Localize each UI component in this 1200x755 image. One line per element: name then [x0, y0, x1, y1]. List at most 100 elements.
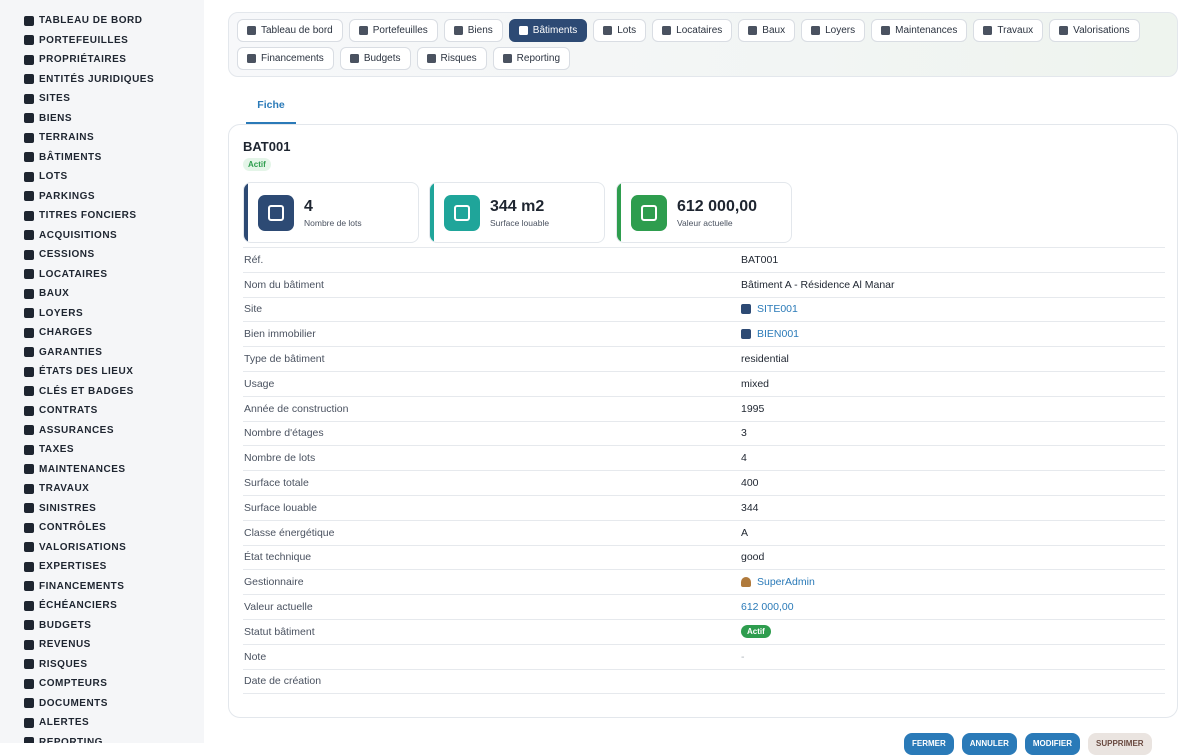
table-row: Date de création — [243, 670, 1165, 695]
sidebar-item[interactable]: LOYERS — [0, 304, 204, 324]
sidebar-item[interactable]: DOCUMENTS — [0, 694, 204, 714]
sidebar-item[interactable]: BÂTIMENTS — [0, 148, 204, 168]
field-label: Surface totale — [244, 477, 309, 490]
city-icon — [24, 93, 34, 104]
exit-icon — [24, 249, 34, 260]
sidebar-item-label: BAUX — [39, 288, 70, 300]
supprimer-button[interactable]: SUPPRIMER — [1088, 733, 1152, 755]
table-row: Nombre de lots 4 — [243, 446, 1165, 472]
tab-item[interactable]: Biens — [443, 19, 503, 42]
user-tie-icon — [24, 54, 34, 65]
tab-item[interactable]: Maintenances — [871, 19, 968, 42]
sidebar-item[interactable]: VALORISATIONS — [0, 538, 204, 558]
record-title: BAT001 — [243, 139, 291, 154]
tab-item[interactable]: Locataires — [652, 19, 733, 42]
sidebar-item[interactable]: BIENS — [0, 109, 204, 129]
sidebar-item[interactable]: TRAVAUX — [0, 479, 204, 499]
sidebar-item[interactable]: ÉTATS DES LIEUX — [0, 362, 204, 382]
sidebar-item[interactable]: CLÉS ET BADGES — [0, 382, 204, 402]
field-value: 3 — [741, 427, 747, 439]
field-value[interactable]: SITE001 — [741, 303, 798, 315]
handshake-icon — [24, 230, 34, 241]
sidebar-item[interactable]: TITRES FONCIERS — [0, 206, 204, 226]
sidebar-item-label: SITES — [39, 93, 71, 105]
sidebar-item[interactable]: COMPTEURS — [0, 674, 204, 694]
sidebar-item[interactable]: GARANTIES — [0, 343, 204, 363]
fermer-button[interactable]: FERMER — [904, 733, 954, 755]
sidebar-item[interactable]: PARKINGS — [0, 187, 204, 207]
sidebar-item[interactable]: TAXES — [0, 440, 204, 460]
sidebar-item[interactable]: ALERTES — [0, 713, 204, 733]
field-value-text: 1995 — [741, 402, 765, 415]
sidebar-item[interactable]: ENTITÉS JURIDIQUES — [0, 70, 204, 90]
sidebar-item[interactable]: SINISTRES — [0, 499, 204, 519]
tab-item[interactable]: Valorisations — [1049, 19, 1140, 42]
sidebar-item[interactable]: TERRAINS — [0, 128, 204, 148]
sidebar-item[interactable]: LOTS — [0, 167, 204, 187]
sidebar-item[interactable]: CONTRÔLES — [0, 518, 204, 538]
tab-item[interactable]: Risques — [416, 47, 487, 70]
bank-icon — [24, 581, 34, 592]
sidebar-item[interactable]: REVENUS — [0, 635, 204, 655]
table-row: Note - — [243, 645, 1165, 670]
tab-item[interactable]: Tableau de bord — [237, 19, 343, 42]
sidebar-item[interactable]: FINANCEMENTS — [0, 577, 204, 597]
tab-label: Portefeuilles — [372, 25, 428, 36]
annuler-button[interactable]: ANNULER — [961, 733, 1017, 755]
field-value-text: mixed — [741, 377, 770, 390]
stat-label: Valeur actuelle — [677, 217, 733, 228]
field-label: Date de création — [244, 675, 322, 688]
field-label: Gestionnaire — [244, 576, 304, 589]
field-value: - — [741, 651, 745, 663]
tab-fiche[interactable]: Fiche — [246, 96, 296, 124]
sidebar-item[interactable]: CONTRATS — [0, 401, 204, 421]
sidebar-item-label: COMPTEURS — [39, 678, 108, 690]
sidebar-item[interactable]: CHARGES — [0, 323, 204, 343]
sidebar-item[interactable]: BUDGETS — [0, 616, 204, 636]
field-value[interactable]: 612 000,00 — [741, 601, 794, 613]
percent-icon — [24, 444, 34, 455]
tab-label: Tableau de bord — [261, 25, 333, 36]
table-row: Réf. BAT001 — [243, 248, 1165, 273]
sidebar-item[interactable]: BAUX — [0, 284, 204, 304]
gavel-icon — [24, 561, 34, 572]
tab-item[interactable]: Travaux — [973, 19, 1044, 42]
stat-text: 612 000,00 Valeur actuelle — [677, 198, 757, 228]
field-label: Note — [244, 650, 267, 663]
sidebar-item[interactable]: RISQUES — [0, 655, 204, 675]
tab-item[interactable]: Financements — [237, 47, 334, 70]
tab-item[interactable]: Reporting — [492, 47, 571, 70]
file-icon — [748, 26, 758, 35]
field-label: Valeur actuelle — [244, 601, 313, 614]
sidebar-item-label: LOTS — [39, 171, 68, 183]
sidebar-item-label: TABLEAU DE BORD — [39, 15, 143, 27]
tab-item[interactable]: Budgets — [339, 47, 411, 70]
sidebar-item[interactable]: ÉCHÉANCIERS — [0, 596, 204, 616]
sidebar-item[interactable]: SITES — [0, 89, 204, 109]
sidebar-item[interactable]: MAINTENANCES — [0, 460, 204, 480]
field-value[interactable]: SuperAdmin — [741, 576, 815, 588]
exclamation-circle-icon — [426, 54, 436, 63]
table-row: Type de bâtiment residential — [243, 347, 1165, 372]
sidebar-item[interactable]: ASSURANCES — [0, 421, 204, 441]
sidebar-item[interactable]: REPORTING — [0, 733, 204, 743]
tab-item[interactable]: Bâtiments — [508, 19, 588, 42]
sidebar-item[interactable]: EXPERTISES — [0, 557, 204, 577]
sidebar-item[interactable]: CESSIONS — [0, 245, 204, 265]
sidebar-item[interactable]: LOCATAIRES — [0, 265, 204, 285]
sidebar-item[interactable]: PORTEFEUILLES — [0, 31, 204, 51]
tab-item[interactable]: Portefeuilles — [348, 19, 438, 42]
modifier-button[interactable]: MODIFIER — [1024, 733, 1080, 755]
tab-item[interactable]: Loyers — [801, 19, 866, 42]
sidebar-item[interactable]: ACQUISITIONS — [0, 226, 204, 246]
sidebar-item-label: BÂTIMENTS — [39, 151, 102, 163]
sidebar-item[interactable]: TABLEAU DE BORD — [0, 11, 204, 31]
tab-item[interactable]: Baux — [738, 19, 796, 42]
sidebar-item[interactable]: PROPRIÉTAIRES — [0, 50, 204, 70]
field-label: Site — [244, 303, 263, 316]
field-value[interactable]: BIEN001 — [741, 328, 799, 340]
tab-item[interactable]: Lots — [593, 19, 647, 42]
field-label: Réf. — [244, 253, 264, 266]
scale-icon — [24, 542, 34, 553]
field-value: 1995 — [741, 403, 764, 415]
